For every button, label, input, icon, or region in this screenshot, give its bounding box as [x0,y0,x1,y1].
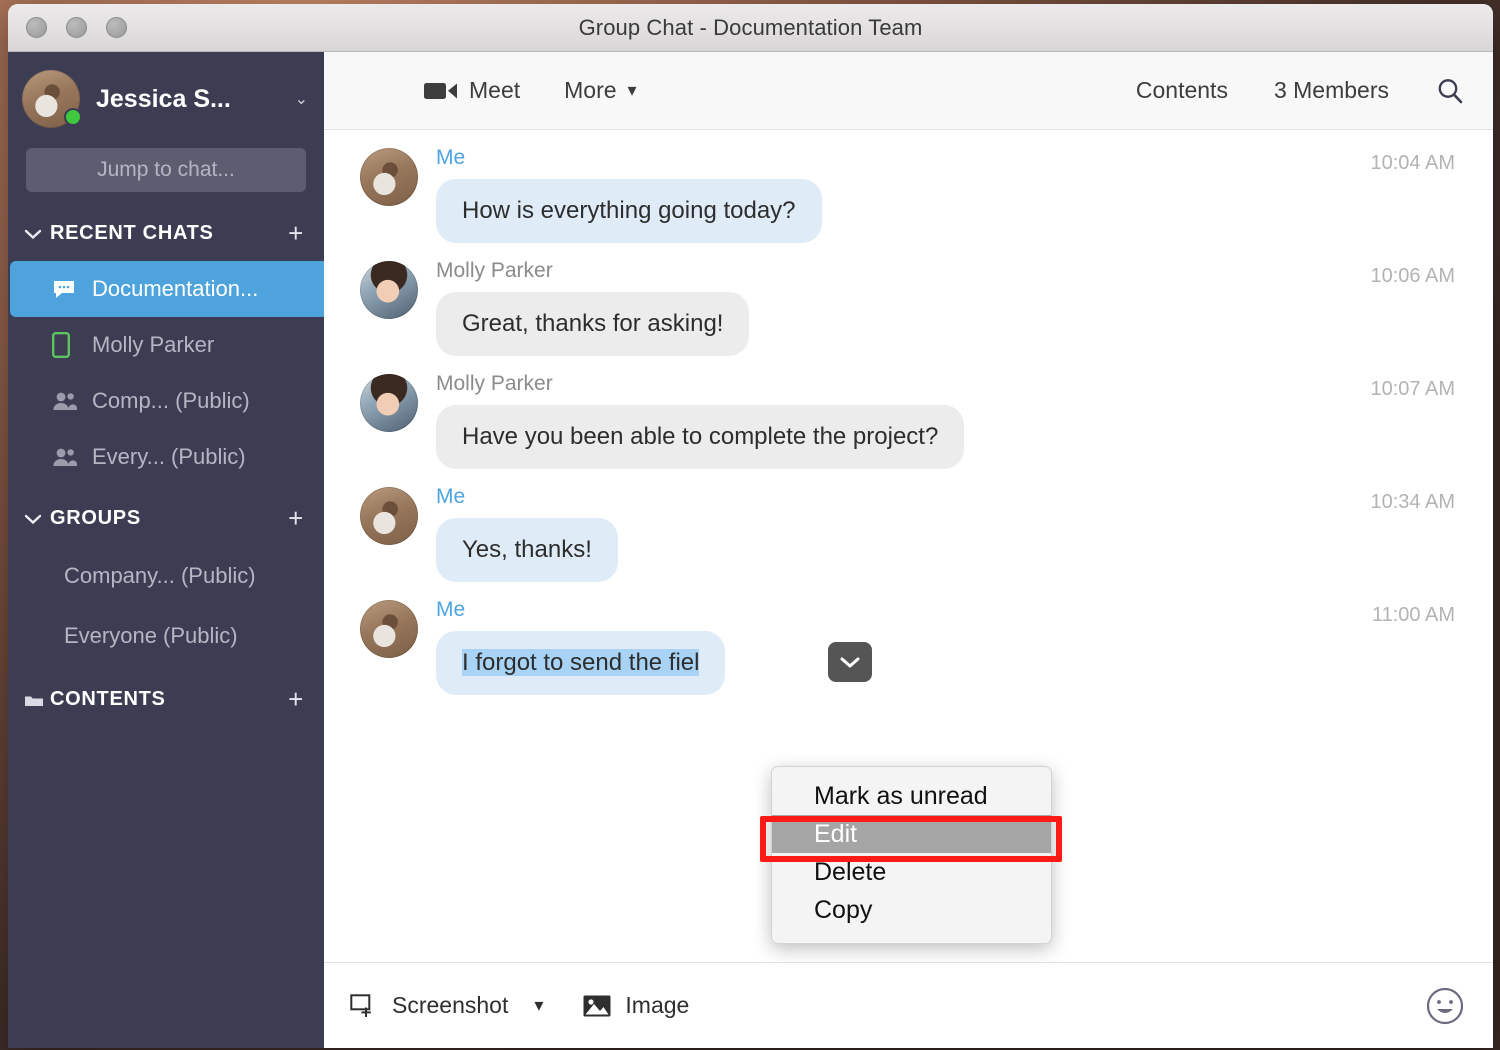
image-button[interactable]: Image [583,992,689,1019]
sidebar-item-everyone-public[interactable]: Every... (Public) [8,429,324,485]
message-context-menu[interactable]: Mark as unread Edit Delete Copy [771,766,1052,944]
screenshot-icon [350,993,380,1019]
chat-toolbar: Meet More ▾ Contents 3 Members [324,52,1493,130]
chevron-down-icon[interactable]: ▾ [534,995,543,1016]
message-bubble[interactable]: Great, thanks for asking! [436,292,750,356]
chevron-down-icon[interactable]: ⌄ [291,89,310,109]
avatar [22,70,82,128]
message-row: Me How is everything going today? 10:04 … [324,136,1493,249]
section-header-contents[interactable]: CONTENTS + [8,666,324,727]
sidebar-group-label: Company... (Public) [64,563,256,588]
sidebar-item-documentation[interactable]: Documentation... [10,261,324,317]
window-controls[interactable] [26,17,127,38]
message-composer: Screenshot ▾ Image [324,962,1493,1048]
sidebar-item-molly-parker[interactable]: Molly Parker [8,317,324,373]
more-label: More [564,77,617,103]
section-label: CONTENTS [50,688,166,710]
chat-application-window: Group Chat - Documentation Team Jessica … [8,4,1493,1048]
add-content-button[interactable]: + [288,684,304,715]
people-icon [52,391,92,411]
avatar [360,261,418,319]
message-sender: Molly Parker [436,259,553,282]
message-sender: Me [436,485,466,508]
mobile-phone-icon [52,332,92,358]
context-menu-item-copy[interactable]: Copy [772,891,1051,929]
section-header-groups[interactable]: GROUPS + [8,485,324,546]
chevron-down-icon: ▾ [627,80,637,100]
avatar [360,374,418,432]
avatar [360,487,418,545]
smiley-face-icon[interactable] [1425,986,1465,1026]
message-bubble[interactable]: Yes, thanks! [436,518,618,582]
message-timestamp: 10:07 AM [1370,378,1455,400]
message-bubble[interactable]: Have you been able to complete the proje… [436,405,965,469]
message-sender: Me [436,146,466,169]
section-header-recent-chats[interactable]: RECENT CHATS + [8,200,324,261]
message-timestamp: 11:00 AM [1371,604,1455,626]
message-row: Molly Parker Have you been able to compl… [324,362,1493,475]
chat-bubble-icon [52,279,92,299]
message-sender: Molly Parker [436,372,553,395]
message-row: Molly Parker Great, thanks for asking! 1… [324,249,1493,362]
sidebar-group-everyone[interactable]: Everyone (Public) [8,606,324,666]
sidebar-item-label: Documentation... [92,276,259,301]
message-row: Me I forgot to send the fiel 11:00 AM [324,588,1493,695]
message-options-button[interactable] [828,642,872,682]
sidebar-item-label: Comp... (Public) [92,388,250,413]
folder-icon [24,693,50,707]
sidebar: Jessica S... ⌄ Jump to chat... RECENT CH… [8,52,324,1048]
chevron-down-icon[interactable] [24,228,50,240]
meet-label: Meet [469,77,521,103]
context-menu-item-mark-as-unread[interactable]: Mark as unread [772,777,1051,815]
zoom-button[interactable] [106,17,127,38]
selected-message-text: I forgot to send the fiel [462,649,700,676]
message-row: Me Yes, thanks! 10:34 AM [324,475,1493,588]
profile-name: Jessica S... [96,84,231,113]
screenshot-label: Screenshot [392,992,509,1018]
window-titlebar: Group Chat - Documentation Team [8,4,1493,52]
screenshot-button[interactable]: Screenshot ▾ [350,992,543,1019]
meet-button[interactable]: Meet [424,77,520,104]
section-label: GROUPS [50,507,141,529]
message-timestamp: 10:06 AM [1370,265,1455,287]
message-sender: Me [436,598,466,621]
message-bubble[interactable]: How is everything going today? [436,179,822,243]
section-label: RECENT CHATS [50,222,214,244]
more-button[interactable]: More ▾ [564,77,636,104]
sidebar-item-label: Molly Parker [92,332,215,357]
contents-button[interactable]: Contents [1136,77,1228,104]
members-button[interactable]: 3 Members [1274,77,1389,104]
close-button[interactable] [26,17,47,38]
window-title: Group Chat - Documentation Team [578,14,923,40]
add-group-button[interactable]: + [288,503,304,534]
image-icon [583,994,613,1018]
context-menu-item-delete[interactable]: Delete [772,853,1051,891]
avatar [360,148,418,206]
image-label: Image [625,992,690,1018]
avatar [360,600,418,658]
search-icon[interactable] [1435,76,1465,106]
video-camera-icon [424,80,458,102]
profile-row[interactable]: Jessica S... ⌄ [8,60,324,134]
search-input[interactable]: Jump to chat... [26,148,306,192]
sidebar-item-label: Every... (Public) [92,444,246,469]
presence-indicator [64,108,82,126]
sidebar-group-label: Everyone (Public) [64,623,238,648]
context-menu-item-edit[interactable]: Edit [772,815,1051,853]
sidebar-group-company[interactable]: Company... (Public) [8,546,324,606]
add-chat-button[interactable]: + [288,218,304,249]
message-timestamp: 10:04 AM [1370,152,1455,174]
sidebar-item-company-public[interactable]: Comp... (Public) [8,373,324,429]
message-timestamp: 10:34 AM [1370,491,1455,513]
people-icon [52,447,92,467]
minimize-button[interactable] [66,17,87,38]
message-bubble[interactable]: I forgot to send the fiel [436,631,726,695]
chevron-down-icon[interactable] [24,513,50,525]
